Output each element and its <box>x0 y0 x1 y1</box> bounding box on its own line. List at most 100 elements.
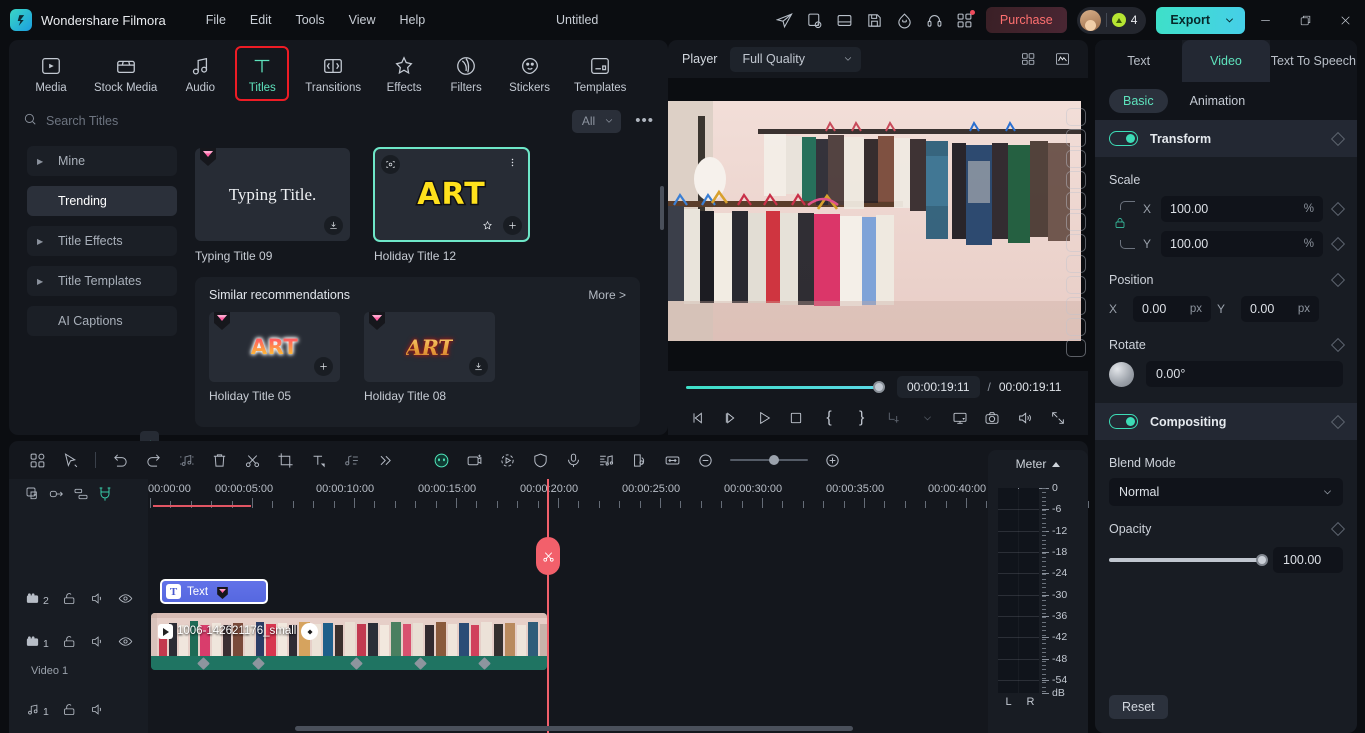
keyframe-diamond-icon[interactable] <box>1330 337 1346 353</box>
category-templates[interactable]: Templates <box>569 49 631 98</box>
mute-track-icon[interactable] <box>90 702 105 722</box>
rail-button[interactable] <box>1066 297 1086 315</box>
scale-link-lock[interactable] <box>1112 201 1140 249</box>
video-preview[interactable] <box>668 101 1081 341</box>
fullscreen-button[interactable] <box>1041 405 1074 431</box>
category-stock-media[interactable]: Stock Media <box>89 49 162 98</box>
keyframe-dropdown[interactable] <box>911 405 944 431</box>
hide-track-icon[interactable] <box>118 634 133 654</box>
undo-button[interactable] <box>104 446 137 474</box>
lock-track-icon[interactable] <box>62 591 77 611</box>
text-button[interactable] <box>302 446 335 474</box>
more-icon[interactable] <box>503 153 522 172</box>
display-button[interactable] <box>943 405 976 431</box>
category-audio[interactable]: Audio <box>176 49 224 98</box>
position-x-input[interactable]: 0.00 px <box>1133 296 1211 322</box>
minimize-button[interactable] <box>1245 0 1285 40</box>
title-card-typing-09[interactable]: Typing Title. Typing Title 09 <box>195 148 350 263</box>
position-y-input[interactable]: 0.00 px <box>1241 296 1319 322</box>
favorite-icon[interactable] <box>478 216 497 235</box>
mark-in-button[interactable]: { <box>813 405 846 431</box>
rail-button[interactable] <box>1066 108 1086 126</box>
timeline-text-clip[interactable]: T Text <box>160 579 268 604</box>
magnet-icon[interactable] <box>97 486 113 507</box>
reset-button[interactable]: Reset <box>1109 695 1168 719</box>
split-view-icon[interactable] <box>1016 49 1040 69</box>
keyframe-button[interactable] <box>878 405 911 431</box>
zoom-in-button[interactable] <box>816 446 849 474</box>
compositing-toggle[interactable] <box>1109 414 1138 429</box>
mark-out-button[interactable]: } <box>845 405 878 431</box>
mute-track-icon[interactable] <box>90 634 105 654</box>
zoom-slider-handle[interactable] <box>769 454 779 465</box>
keyframe-diamond-icon[interactable] <box>1330 236 1346 252</box>
zoom-slider[interactable] <box>730 454 808 465</box>
rail-button[interactable] <box>1066 255 1086 273</box>
title-thumbnail[interactable]: ART <box>373 147 530 242</box>
search-input[interactable] <box>46 114 572 128</box>
redo-button[interactable] <box>137 446 170 474</box>
volume-button[interactable] <box>1009 405 1042 431</box>
sidebar-item-trending[interactable]: Trending <box>27 186 177 216</box>
purchase-button[interactable]: Purchase <box>985 7 1067 33</box>
export-button[interactable]: Export <box>1156 6 1245 34</box>
select-tool-button[interactable] <box>54 446 87 474</box>
category-media[interactable]: Media <box>27 49 75 98</box>
scale-y-input[interactable]: 100.00 % <box>1161 231 1323 257</box>
similar-more-link[interactable]: More > <box>588 288 626 302</box>
clip-marker-icon[interactable] <box>301 623 318 640</box>
timeline-canvas[interactable]: T Text 1006-142621176_small <box>148 479 1088 733</box>
timeline-video-clip[interactable]: 1006-142621176_small <box>151 613 547 670</box>
cloud-icon[interactable] <box>890 5 920 35</box>
rail-button[interactable] <box>1066 150 1086 168</box>
send-icon[interactable] <box>770 5 800 35</box>
similar-thumbnail[interactable]: ART <box>364 312 495 382</box>
rail-button[interactable] <box>1066 192 1086 210</box>
similar-thumbnail[interactable]: ART <box>209 312 340 382</box>
audio-detach-button[interactable] <box>170 446 203 474</box>
preview-icon[interactable] <box>381 155 400 174</box>
menu-view[interactable]: View <box>339 9 386 31</box>
rail-button[interactable] <box>1066 171 1086 189</box>
prev-frame-button[interactable] <box>682 405 715 431</box>
transform-toggle[interactable] <box>1109 131 1138 146</box>
rail-button[interactable] <box>1066 234 1086 252</box>
category-transitions[interactable]: Transitions <box>300 49 366 98</box>
subtab-basic[interactable]: Basic <box>1109 89 1168 113</box>
restore-button[interactable] <box>1285 0 1325 40</box>
rotate-dial[interactable] <box>1109 361 1134 387</box>
filter-dropdown[interactable]: All <box>571 109 622 133</box>
lock-track-icon[interactable] <box>62 634 77 654</box>
mic-icon[interactable] <box>557 446 590 474</box>
blend-mode-select[interactable]: Normal <box>1109 478 1343 506</box>
layout-icon[interactable] <box>830 5 860 35</box>
green-screen-icon[interactable] <box>623 446 656 474</box>
results-scrollbar[interactable] <box>660 186 664 230</box>
sidebar-item-ai-captions[interactable]: AI Captions <box>27 306 177 336</box>
mute-track-icon[interactable] <box>90 591 105 611</box>
similar-card-holiday-05[interactable]: ART Holiday Title 05 <box>209 312 340 403</box>
keyframe-diamond-icon[interactable] <box>1330 521 1346 537</box>
tab-text[interactable]: Text <box>1095 40 1183 82</box>
rail-button[interactable] <box>1066 213 1086 231</box>
rail-button[interactable] <box>1066 318 1086 336</box>
playback-scrubber[interactable] <box>686 381 885 393</box>
ai-magic-icon[interactable] <box>458 446 491 474</box>
keyframe-diamond-icon[interactable] <box>1330 414 1346 429</box>
subtab-animation[interactable]: Animation <box>1176 89 1260 113</box>
split-button[interactable] <box>236 446 269 474</box>
quality-dropdown[interactable]: Full Quality <box>730 46 861 72</box>
tab-text-to-speech[interactable]: Text To Speech <box>1269 40 1357 82</box>
lock-track-icon[interactable] <box>62 702 77 722</box>
playhead-split-button[interactable] <box>536 537 560 575</box>
hide-track-icon[interactable] <box>118 591 133 611</box>
layout-grid-button[interactable] <box>21 446 54 474</box>
add-icon[interactable] <box>314 357 333 376</box>
play-button[interactable] <box>747 405 780 431</box>
snapshot-button[interactable] <box>976 405 1009 431</box>
add-icon[interactable] <box>503 216 522 235</box>
keyframe-diamond-icon[interactable] <box>1330 131 1346 146</box>
next-frame-button[interactable] <box>715 405 748 431</box>
scale-x-input[interactable]: 100.00 % <box>1161 196 1323 222</box>
stop-button[interactable] <box>780 405 813 431</box>
